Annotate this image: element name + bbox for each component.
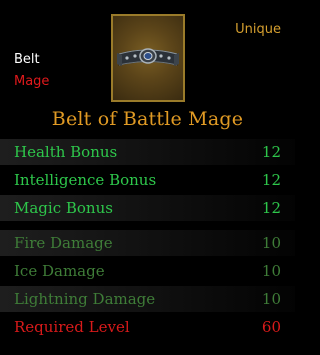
- stat-row-intelligence-bonus: Intelligence Bonus 12: [0, 167, 295, 193]
- requirement-value: 60: [261, 318, 281, 336]
- stat-value: 12: [261, 199, 281, 217]
- stat-row-fire-damage: Fire Damage 10: [0, 230, 295, 256]
- item-rarity: Unique: [235, 22, 281, 37]
- item-class-requirement: Mage: [14, 74, 50, 89]
- stat-value: 10: [261, 262, 281, 280]
- stat-label: Ice Damage: [14, 262, 105, 280]
- item-tooltip: Unique Belt Mage Belt of Battle Mage Hea…: [0, 0, 295, 355]
- stat-row-ice-damage: Ice Damage 10: [0, 258, 295, 284]
- requirement-row: Required Level 60: [0, 314, 295, 340]
- stat-label: Lightning Damage: [14, 290, 156, 308]
- stat-label: Intelligence Bonus: [14, 171, 157, 189]
- stat-value: 10: [261, 234, 281, 252]
- stat-label: Magic Bonus: [14, 199, 113, 217]
- stat-label: Fire Damage: [14, 234, 113, 252]
- item-name: Belt of Battle Mage: [51, 108, 244, 130]
- belt-icon: [111, 14, 185, 102]
- stat-row-lightning-damage: Lightning Damage 10: [0, 286, 295, 312]
- stat-row-magic-bonus: Magic Bonus 12: [0, 195, 295, 221]
- stat-value: 12: [261, 171, 281, 189]
- stat-value: 12: [261, 143, 281, 161]
- requirement-label: Required Level: [14, 318, 130, 336]
- item-type: Belt: [14, 52, 40, 67]
- stat-row-health-bonus: Health Bonus 12: [0, 139, 295, 165]
- stat-label: Health Bonus: [14, 143, 118, 161]
- stat-value: 10: [261, 290, 281, 308]
